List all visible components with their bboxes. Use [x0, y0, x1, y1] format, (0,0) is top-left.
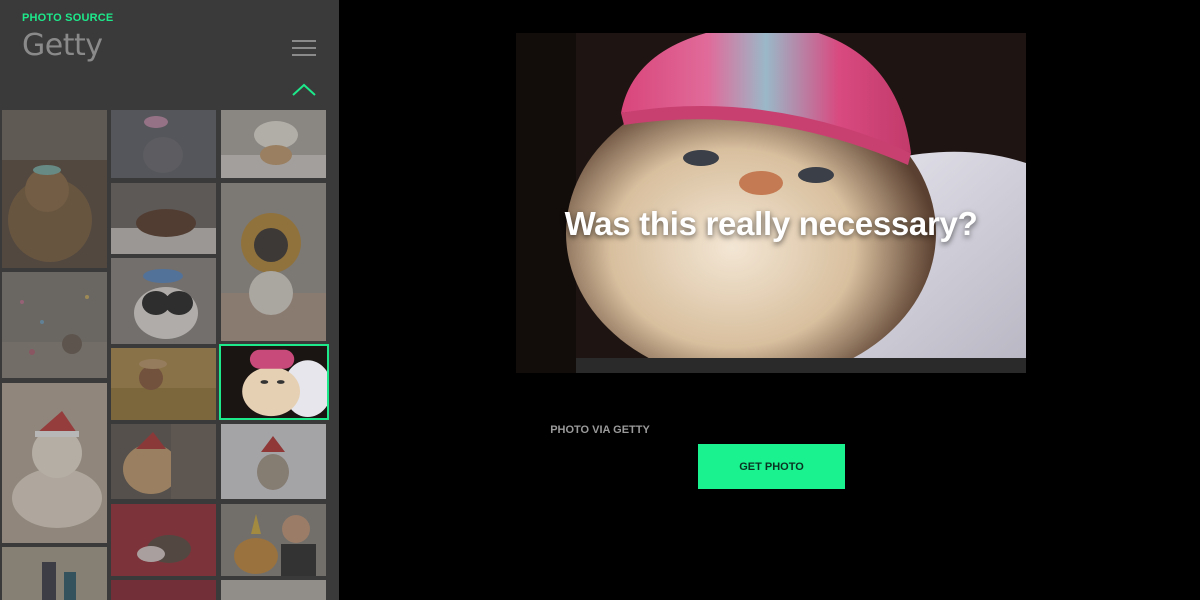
thumbnail-partial-gray[interactable] [221, 580, 326, 600]
thumbnail-persian-cat-beanie-selected[interactable] [219, 344, 329, 420]
get-photo-button[interactable]: GET PHOTO [698, 444, 845, 489]
thumbnail-brown-hat[interactable] [111, 183, 216, 254]
thumbnail-party-confetti[interactable] [2, 272, 107, 378]
thumbnail-partial-red[interactable] [111, 580, 216, 600]
photo-credit: PHOTO VIA GETTY [550, 424, 650, 436]
thumbnail-man-cat-party-hat[interactable] [221, 504, 326, 576]
featured-photo: Was this really necessary? [516, 33, 1026, 373]
thumbnail-white-cat-santa[interactable] [2, 383, 107, 543]
thumbnail-cat-flower-crown[interactable] [111, 258, 216, 344]
thumbnail-cat-red-blanket[interactable] [111, 504, 216, 576]
thumbnail-dog-lion-mane[interactable] [221, 183, 326, 341]
thumbnail-cat-chef-hat[interactable] [221, 110, 326, 178]
photo-source-label: PHOTO SOURCE [22, 12, 114, 24]
thumbnail-figurines[interactable] [2, 547, 107, 600]
sidebar: PHOTO SOURCE Getty [0, 0, 339, 600]
photo-source-name[interactable]: Getty [22, 28, 103, 63]
hamburger-menu-icon[interactable] [292, 40, 316, 58]
thumbnail-child-wheat-field[interactable] [111, 348, 216, 420]
photo-caption: Was this really necessary? [564, 205, 978, 242]
chevron-up-icon[interactable] [290, 80, 318, 100]
thumbnail-kitten-hat[interactable] [111, 110, 216, 178]
thumbnail-cat-hat-sofa[interactable] [2, 110, 107, 268]
